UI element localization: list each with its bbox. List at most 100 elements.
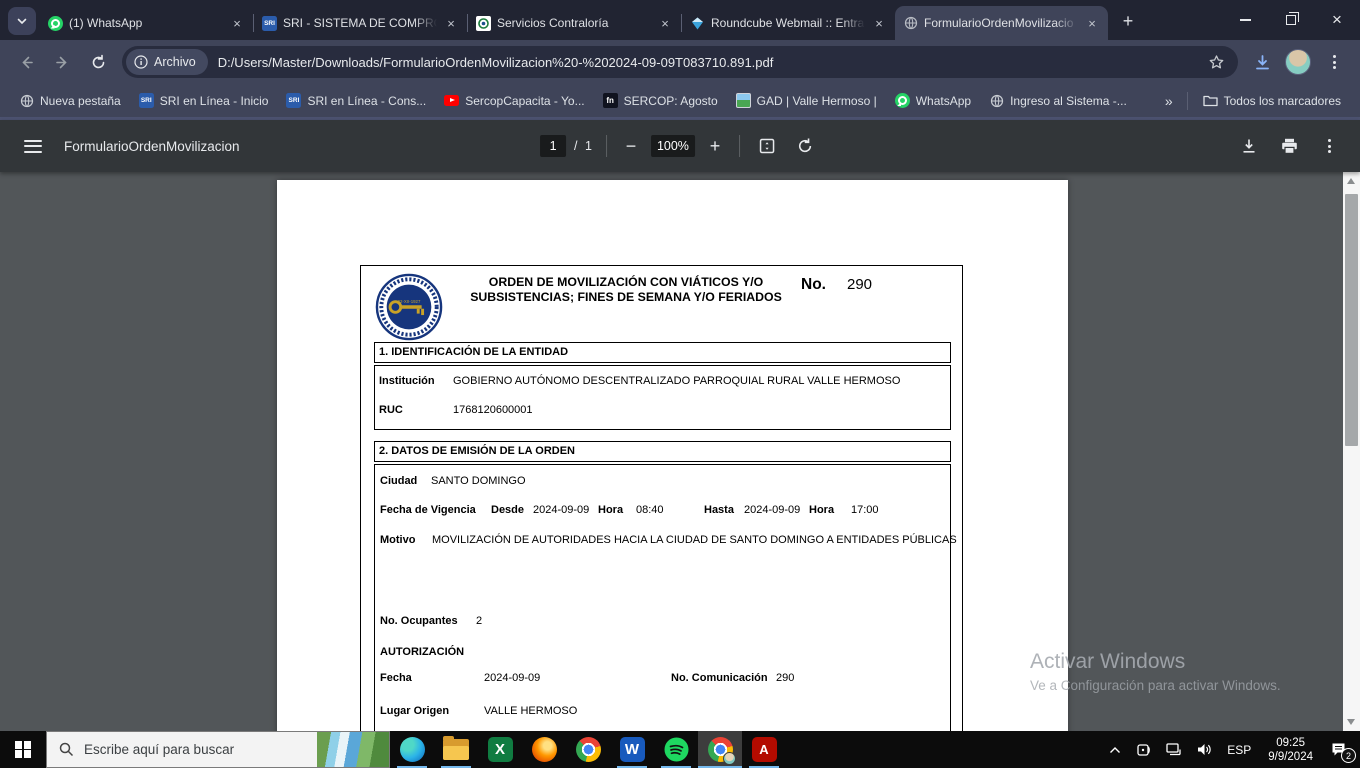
tab-title: Roundcube Webmail :: Entra: [711, 16, 865, 30]
close-icon[interactable]: ×: [871, 15, 887, 31]
taskbar-app-firefox[interactable]: [522, 731, 566, 768]
bookmark-sri-inicio[interactable]: SRI SRI en Línea - Inicio: [130, 89, 278, 113]
rotate-button[interactable]: [790, 131, 820, 161]
vertical-scrollbar[interactable]: [1343, 172, 1360, 731]
forward-button[interactable]: [46, 46, 78, 78]
bookmarks-overflow-button[interactable]: »: [1157, 93, 1181, 109]
bookmark-whatsapp[interactable]: WhatsApp: [886, 89, 980, 113]
avatar: [1285, 49, 1311, 75]
tab-sri-comprobantes[interactable]: SRI SRI - SISTEMA DE COMPROB ×: [254, 6, 467, 40]
svg-text:02-XII-1927: 02-XII-1927: [398, 299, 421, 304]
file-explorer-icon: [443, 739, 469, 760]
zoom-in-button[interactable]: +: [703, 136, 727, 157]
star-icon: [1208, 54, 1225, 71]
pdf-print-button[interactable]: [1274, 131, 1304, 161]
downloads-button[interactable]: [1246, 46, 1278, 78]
activate-windows-watermark: Activar Windows Ve a Configuración para …: [1030, 650, 1281, 693]
start-button[interactable]: [0, 731, 46, 768]
close-window-button[interactable]: ×: [1314, 0, 1360, 40]
tab-title: FormularioOrdenMovilizacio: [924, 16, 1078, 30]
forward-icon: [54, 54, 71, 71]
ocupantes-value: 2: [476, 615, 482, 627]
taskbar-app-word[interactable]: W: [610, 731, 654, 768]
globe-icon: [903, 16, 918, 31]
notification-center-button[interactable]: 2: [1325, 731, 1354, 768]
tab-roundcube-webmail[interactable]: Roundcube Webmail :: Entra ×: [682, 6, 895, 40]
zoom-level-input[interactable]: 100%: [651, 135, 695, 157]
close-icon[interactable]: ×: [657, 15, 673, 31]
taskbar-app-edge[interactable]: [390, 731, 434, 768]
tray-clock[interactable]: 09:25 9/9/2024: [1260, 736, 1321, 764]
gad-icon: [736, 93, 751, 108]
tray-date: 9/9/2024: [1268, 750, 1313, 764]
whatsapp-icon: [48, 16, 63, 31]
taskbar-app-excel[interactable]: X: [478, 731, 522, 768]
bookmark-label: Nueva pestaña: [40, 94, 121, 108]
close-icon[interactable]: ×: [443, 15, 459, 31]
browser-toolbar: Archivo D:/Users/Master/Downloads/Formul…: [0, 40, 1360, 84]
search-highlight-image[interactable]: [317, 732, 389, 767]
search-placeholder: Escribe aquí para buscar: [84, 742, 234, 757]
system-tray: ESP 09:25 9/9/2024 2: [1104, 731, 1360, 768]
fit-to-page-button[interactable]: [752, 131, 782, 161]
page-number-input[interactable]: [540, 135, 566, 157]
hasta-value: 2024-09-09: [744, 504, 800, 516]
comunicacion-label: No. Comunicación: [671, 672, 768, 684]
bookmark-star-button[interactable]: [1200, 46, 1232, 78]
bookmark-sercop-agosto[interactable]: fn SERCOP: Agosto: [594, 89, 727, 113]
scrollbar-thumb[interactable]: [1345, 194, 1358, 446]
scroll-down-arrow[interactable]: [1347, 719, 1355, 725]
zoom-out-button[interactable]: −: [619, 136, 643, 157]
taskbar-app-acrobat[interactable]: A: [742, 731, 786, 768]
address-bar[interactable]: Archivo D:/Users/Master/Downloads/Formul…: [122, 46, 1238, 78]
bookmark-nueva-pestana[interactable]: Nueva pestaña: [10, 89, 130, 113]
reload-button[interactable]: [82, 46, 114, 78]
download-icon: [1240, 137, 1258, 155]
tray-language-indicator[interactable]: ESP: [1222, 731, 1256, 768]
page-count-label: / 1: [574, 139, 594, 153]
tray-network-button[interactable]: [1160, 731, 1187, 768]
url-text[interactable]: D:/Users/Master/Downloads/FormularioOrde…: [218, 55, 1200, 70]
bookmark-label: GAD | Valle Hermoso |: [757, 94, 877, 108]
desde-label: Desde: [491, 504, 524, 516]
pdf-viewer-area[interactable]: 02-XII-1927 ORDEN DE MOVILIZACIÓN CON VI…: [0, 172, 1360, 731]
tab-servicios-contraloria[interactable]: Servicios Contraloría ×: [468, 6, 681, 40]
browser-menu-button[interactable]: [1318, 46, 1350, 78]
file-scheme-chip[interactable]: Archivo: [126, 49, 208, 75]
restore-button[interactable]: [1268, 0, 1314, 40]
taskbar-app-chrome-profile[interactable]: [698, 731, 742, 768]
ruc-label: RUC: [379, 404, 403, 416]
windows-taskbar: Escribe aquí para buscar X W A ESP 09:25: [0, 731, 1360, 768]
back-button[interactable]: [10, 46, 42, 78]
desde-value: 2024-09-09: [533, 504, 589, 516]
bookmark-sercopcapacita[interactable]: SercopCapacita - Yo...: [435, 89, 593, 113]
profile-avatar-button[interactable]: [1282, 46, 1314, 78]
pdf-more-options-button[interactable]: [1314, 131, 1344, 161]
tab-list-chevron-button[interactable]: [8, 7, 36, 35]
toolbar-separator: [606, 135, 607, 157]
minimize-button[interactable]: [1222, 0, 1268, 40]
taskbar-app-chrome[interactable]: [566, 731, 610, 768]
rotate-icon: [796, 137, 814, 155]
taskbar-app-file-explorer[interactable]: [434, 731, 478, 768]
all-bookmarks-label: Todos los marcadores: [1224, 94, 1341, 108]
all-bookmarks-button[interactable]: Todos los marcadores: [1194, 89, 1350, 113]
close-icon[interactable]: ×: [1084, 15, 1100, 31]
bookmark-ingreso-sistema[interactable]: Ingreso al Sistema -...: [980, 89, 1136, 113]
watermark-subtitle: Ve a Configuración para activar Windows.: [1030, 678, 1281, 693]
tab-whatsapp[interactable]: (1) WhatsApp ×: [40, 6, 253, 40]
close-icon[interactable]: ×: [229, 15, 245, 31]
new-tab-button[interactable]: +: [1114, 7, 1142, 35]
tray-sync-button[interactable]: [1130, 731, 1156, 768]
tray-show-hidden-icons-button[interactable]: [1104, 731, 1126, 768]
pdf-menu-button[interactable]: [24, 140, 42, 153]
scroll-up-arrow[interactable]: [1347, 178, 1355, 184]
bookmark-gad-valle-hermoso[interactable]: GAD | Valle Hermoso |: [727, 89, 886, 113]
taskbar-search-input[interactable]: Escribe aquí para buscar: [46, 731, 390, 768]
pdf-download-button[interactable]: [1234, 131, 1264, 161]
bookmark-sri-consultas[interactable]: SRI SRI en Línea - Cons...: [277, 89, 435, 113]
tab-formulario-orden-movilizacion-active[interactable]: FormularioOrdenMovilizacio ×: [895, 6, 1108, 40]
taskbar-app-spotify[interactable]: [654, 731, 698, 768]
tray-volume-button[interactable]: [1191, 731, 1218, 768]
tab-title: SRI - SISTEMA DE COMPROB: [283, 16, 437, 30]
